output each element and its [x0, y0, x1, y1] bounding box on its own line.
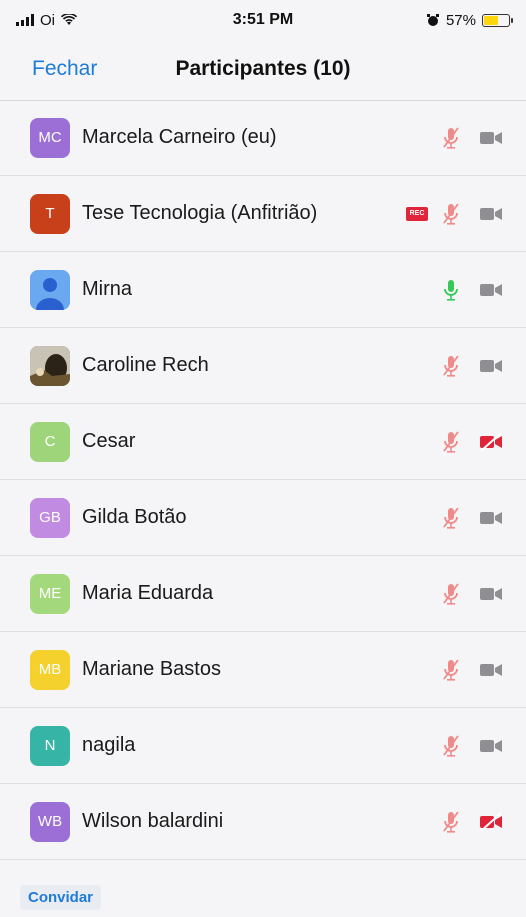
avatar-initials: WB — [37, 813, 63, 830]
participant-controls — [438, 354, 504, 378]
recording-badge: REC — [406, 206, 428, 221]
participant-controls — [438, 430, 504, 454]
battery-icon — [482, 13, 513, 27]
avatar — [30, 345, 70, 386]
status-bar-left: Oi — [16, 12, 77, 29]
participant-row[interactable]: Nnagila — [0, 708, 526, 784]
participant-name: Wilson balardini — [82, 810, 224, 832]
signal-icon — [16, 14, 34, 26]
status-bar: Oi 3:51 PM 57% — [0, 0, 526, 40]
avatar-initials: C — [44, 433, 56, 450]
microphone-muted-icon[interactable] — [438, 126, 464, 150]
participant-name: Caroline Rech — [82, 354, 209, 376]
invite-button[interactable]: Convidar — [20, 885, 102, 910]
participant-name: Maria Eduarda — [82, 582, 214, 604]
microphone-muted-icon[interactable] — [438, 658, 464, 682]
participant-name: Tese Tecnologia (Anfitrião) — [82, 202, 318, 224]
participant-row[interactable]: WB Wilson balardini — [0, 784, 526, 860]
participant-controls — [438, 734, 504, 758]
avatar-initials: T — [45, 205, 55, 222]
microphone-muted-icon[interactable] — [438, 734, 464, 758]
avatar: C — [30, 421, 70, 462]
video-camera-icon[interactable] — [478, 582, 504, 606]
video-camera-icon[interactable] — [478, 354, 504, 378]
avatar: MC — [30, 117, 70, 158]
avatar-initials: MC — [38, 129, 62, 146]
battery-percent: 57% — [445, 11, 476, 29]
participant-controls — [438, 582, 504, 606]
video-camera-icon[interactable] — [478, 734, 504, 758]
carrier-label: Oi — [40, 11, 55, 29]
video-off-icon[interactable] — [478, 810, 504, 834]
participant-row[interactable]: GB Gilda Botão — [0, 480, 526, 556]
avatar — [30, 269, 70, 310]
participant-row[interactable]: MB Mariane Bastos — [0, 632, 526, 708]
microphone-muted-icon[interactable] — [438, 430, 464, 454]
avatar-initials: MB — [38, 661, 62, 678]
participant-controls: REC — [406, 202, 504, 226]
avatar: GB — [30, 497, 70, 538]
microphone-muted-icon[interactable] — [438, 582, 464, 606]
video-camera-icon[interactable] — [478, 202, 504, 226]
participant-name: Mariane Bastos — [82, 658, 221, 680]
page-title: Participantes (10) — [175, 57, 351, 80]
avatar: N — [30, 725, 70, 766]
participant-name: Cesar — [82, 430, 136, 452]
participant-name: Marcela Carneiro (eu) — [82, 126, 277, 148]
profile-photo — [30, 345, 70, 386]
microphone-muted-icon[interactable] — [438, 810, 464, 834]
avatar-initials: N — [44, 737, 56, 754]
participant-row[interactable]: C Cesar — [0, 404, 526, 480]
microphone-muted-icon[interactable] — [438, 202, 464, 226]
participant-row[interactable]: ME Maria Eduarda — [0, 556, 526, 632]
participant-controls — [438, 506, 504, 530]
participant-name: Gilda Botão — [82, 506, 187, 528]
microphone-muted-icon[interactable] — [438, 506, 464, 530]
status-bar-right: 57% — [426, 11, 513, 29]
battery-fill — [484, 15, 498, 25]
participant-controls — [438, 810, 504, 834]
video-camera-icon[interactable] — [478, 278, 504, 302]
microphone-icon[interactable] — [438, 278, 464, 302]
wifi-icon — [61, 14, 77, 25]
participant-controls — [438, 658, 504, 682]
participant-list: MC Marcela Carneiro (eu) T Tese Tecnologia … — [0, 100, 526, 860]
participant-name: nagila — [82, 734, 136, 756]
participant-name: Mirna — [82, 278, 133, 300]
participant-row[interactable]: Caroline Rech — [0, 328, 526, 404]
avatar-initials: ME — [38, 585, 62, 602]
video-camera-icon[interactable] — [478, 658, 504, 682]
participant-row[interactable]: MC Marcela Carneiro (eu) — [0, 100, 526, 176]
video-camera-icon[interactable] — [478, 506, 504, 530]
participant-controls — [438, 278, 504, 302]
alarm-icon — [426, 14, 439, 26]
avatar-initials: GB — [39, 509, 61, 526]
participant-controls — [438, 126, 504, 150]
avatar: MB — [30, 649, 70, 690]
avatar: T — [30, 193, 70, 234]
video-off-icon[interactable] — [478, 430, 504, 454]
microphone-muted-icon[interactable] — [438, 354, 464, 378]
participant-row[interactable]: T Tese Tecnologia (Anfitrião) REC — [0, 176, 526, 252]
participant-row[interactable]: Mirna — [0, 252, 526, 328]
avatar: ME — [30, 573, 70, 614]
avatar: WB — [30, 801, 70, 842]
nav-bar: Fechar Participantes (10) — [0, 40, 526, 101]
person-icon — [36, 277, 64, 310]
video-camera-icon[interactable] — [478, 126, 504, 150]
